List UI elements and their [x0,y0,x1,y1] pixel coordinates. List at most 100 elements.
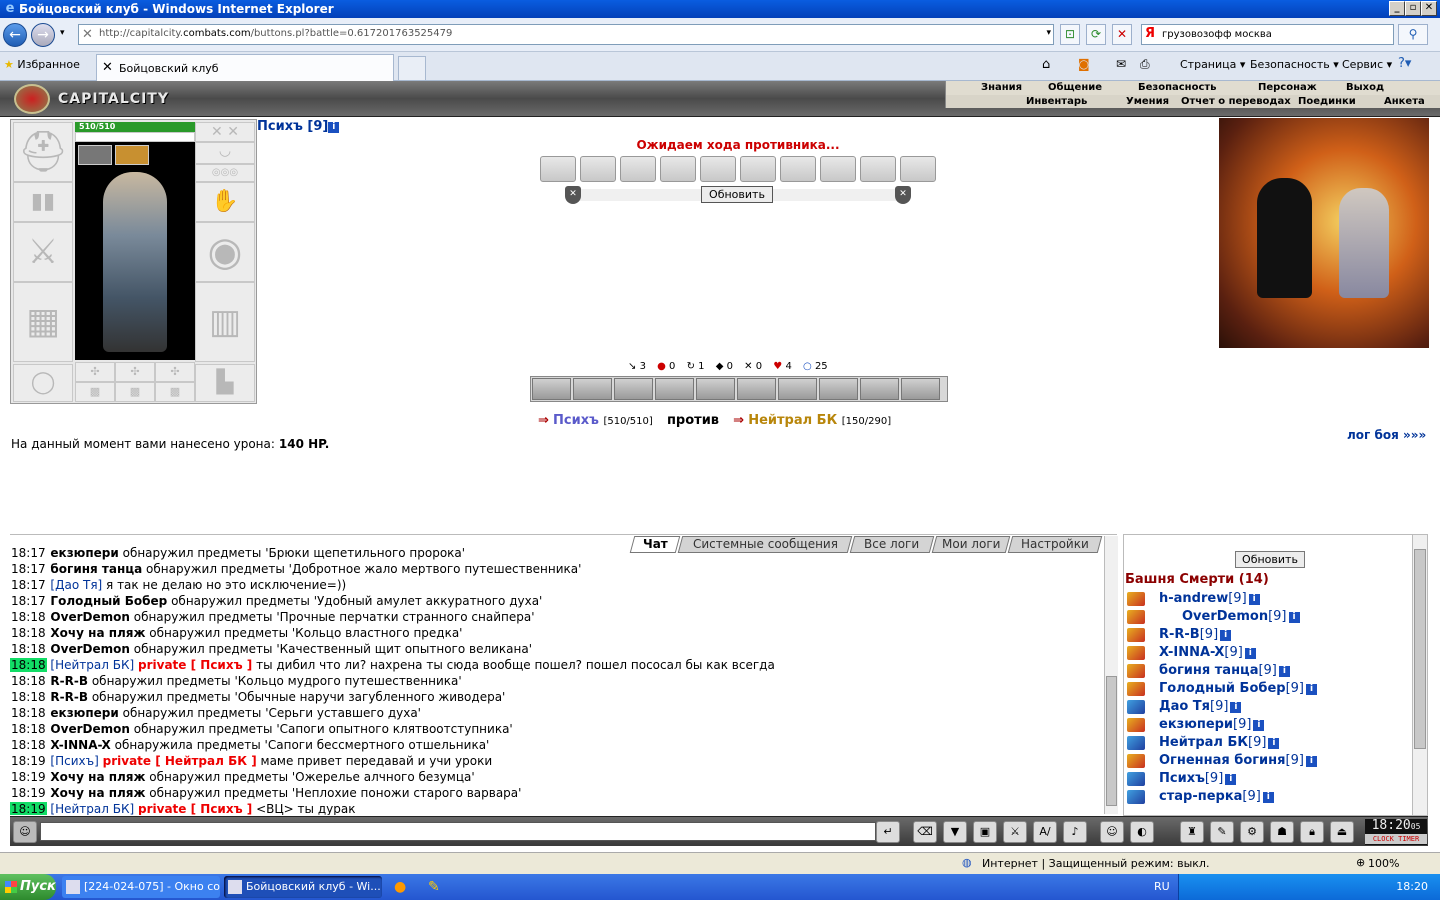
rss-icon[interactable]: ◙ [1078,57,1090,71]
info-icon[interactable]: i [328,122,340,133]
filter-icon[interactable]: ▼ [943,821,967,843]
info-icon[interactable]: i [1278,666,1290,677]
player-name[interactable]: стар-перка[9] i [1159,789,1274,804]
new-tab-button[interactable] [398,56,426,81]
chat-nick[interactable]: Хочу на пляж [50,626,145,640]
security-menu[interactable]: Безопасность ▾ [1250,58,1339,71]
menu-skills[interactable]: Умения [1126,95,1169,108]
address-dropdown-icon[interactable]: ▾ [1046,28,1051,38]
earrings-slot-icon[interactable]: ✕ ✕ [195,122,255,142]
room-scroll-thumb[interactable] [1414,549,1426,749]
chat-time[interactable]: 18:18 [10,658,47,672]
tab-combats[interactable]: ✕ Бойцовский клуб [96,54,394,81]
info-icon[interactable]: i [1248,594,1260,605]
chat-nick[interactable]: [Психъ] [50,754,98,768]
fight-status-icon[interactable] [1127,754,1145,768]
map-icon[interactable]: ⚙ [1240,821,1264,843]
firefox-icon[interactable]: ● [394,879,406,895]
chat-time[interactable]: 18:19 [10,770,47,784]
chat-nick[interactable]: [Нейтрал БК] [50,802,134,815]
menu-inventory[interactable]: Инвентарь [1026,95,1087,108]
player-name[interactable]: Дао Тя[9] i [1159,699,1242,714]
chat-time[interactable]: 18:18 [10,626,47,640]
bracers-slot-icon[interactable]: ▮▮ [13,182,73,222]
scroll-slot[interactable] [700,156,736,182]
player-nick[interactable]: Психъ [1159,771,1205,786]
chat-nick[interactable]: богиня танца [50,562,142,576]
menu-profile[interactable]: Анкета [1384,95,1425,108]
shop-icon[interactable]: ☗ [1270,821,1294,843]
address-bar[interactable]: ✕ http://capitalcity.combats.com/buttons… [78,24,1054,45]
chat-nick[interactable]: X-INNA-X [50,738,110,752]
chat-nick[interactable]: екзюпери [50,546,118,560]
tactic-button[interactable] [532,378,571,400]
player-name[interactable]: h-andrew[9] i [1159,591,1260,606]
scroll-slot[interactable] [580,156,616,182]
quest-icon[interactable]: ♜ [1180,821,1204,843]
effect-icon[interactable] [115,145,149,165]
mail-icon[interactable]: ✉ [1116,57,1126,71]
scroll-icon[interactable]: ✎ [1210,821,1234,843]
print-icon[interactable]: ⎙ [1140,57,1150,72]
page-menu[interactable]: Страница ▾ [1180,58,1245,71]
chat-time[interactable]: 18:17 [10,562,47,576]
chat-time[interactable]: 18:18 [10,610,47,624]
fight-status-icon[interactable] [1127,718,1145,732]
user-icon[interactable]: ☺ [13,821,37,843]
room-scrollbar[interactable] [1412,535,1427,815]
home-icon[interactable]: ⌂ [1042,57,1050,72]
fight-status-icon[interactable] [1127,736,1145,750]
compat-view-icon[interactable]: ⊡ [1060,24,1080,45]
save-icon[interactable]: ▣ [973,821,997,843]
scroll-slot[interactable] [820,156,856,182]
back-button[interactable]: ← [3,23,27,47]
chat-message-input[interactable] [40,822,876,841]
info-icon[interactable]: i [1305,756,1317,767]
helmet-slot-icon[interactable]: ⛑ [13,122,73,182]
chat-private-tag[interactable]: private [ Психъ ] [138,802,252,815]
chat-nick[interactable]: Хочу на пляж [50,770,145,784]
favorites-button[interactable]: ★ Избранное [4,58,80,71]
spell-slot-icon[interactable]: ✣ [115,362,155,382]
player-name[interactable]: Огненная богиня[9] i [1159,753,1317,768]
menu-transfers[interactable]: Отчет о переводах [1181,95,1291,108]
player-nick[interactable]: Нейтрал БК [1159,735,1248,750]
info-icon[interactable]: i [1268,738,1280,749]
tactic-button[interactable] [655,378,694,400]
scroll-slot[interactable] [900,156,936,182]
player-nick[interactable]: екзюпери [1159,717,1233,732]
player-name[interactable]: OverDemon[9] i [1182,609,1300,624]
fight-status-icon[interactable] [1127,628,1145,642]
info-icon[interactable]: i [1262,792,1274,803]
chat-time[interactable]: 18:18 [10,706,47,720]
info-icon[interactable]: i [1225,774,1237,785]
leggings-slot-icon[interactable]: ▥ [195,282,255,362]
clear-icon[interactable]: ⌫ [913,821,937,843]
info-icon[interactable]: i [1288,612,1300,623]
sound-icon[interactable]: ♪ [1063,821,1087,843]
tactic-button[interactable] [737,378,776,400]
service-menu[interactable]: Сервис ▾ [1342,58,1392,71]
belt-slot-icon[interactable]: ◯ [13,364,73,402]
chat-nick[interactable]: OverDemon [50,610,129,624]
sword-slot-icon[interactable]: ⚔ [13,222,73,282]
close-button[interactable]: ✕ [1421,1,1437,16]
player-nick[interactable]: R-R-B [1159,627,1200,642]
fight-status-icon[interactable] [1127,664,1145,678]
exit-icon[interactable]: ⏏ [1330,821,1354,843]
info-icon[interactable]: i [1244,648,1256,659]
boots-slot-icon[interactable]: ▙ [195,364,255,402]
chat-nick[interactable]: OverDemon [50,722,129,736]
tab-settings[interactable]: Настройки [1007,536,1103,553]
stop-icon[interactable]: ✕ [1112,24,1132,45]
tab-chat[interactable]: Чат [629,536,681,553]
info-icon[interactable]: i [1306,684,1318,695]
tab-my-logs[interactable]: Мои логи [931,536,1011,553]
chat-nick[interactable]: [Нейтрал БК] [50,658,134,672]
room-refresh-button[interactable]: Обновить [1235,551,1305,568]
fight-icon[interactable]: ⚔ [1003,821,1027,843]
player-name[interactable]: Психъ[9] i [1159,771,1237,786]
player-name[interactable]: R-R-B[9] i [1159,627,1232,642]
chat-nick[interactable]: екзюпери [50,706,118,720]
opponent-name[interactable]: Нейтрал БК [150/290] [748,413,891,428]
